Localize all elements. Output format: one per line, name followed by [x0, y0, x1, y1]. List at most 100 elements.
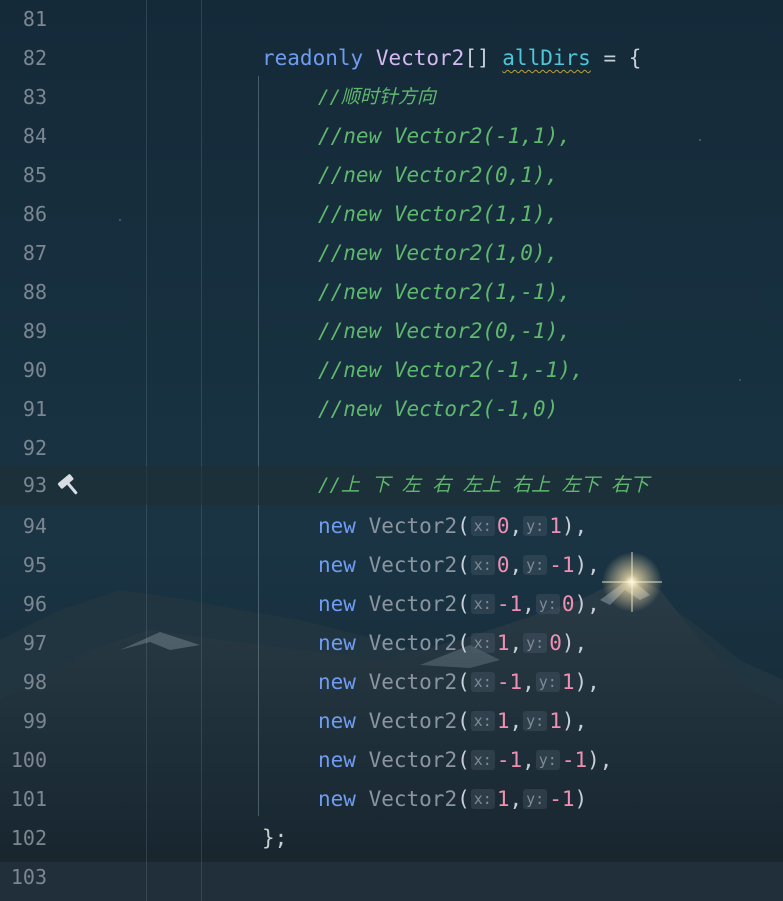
punct-token: ( [457, 592, 470, 616]
line-number[interactable]: 95 [0, 554, 47, 576]
line-number[interactable]: 102 [0, 827, 47, 849]
code-editor[interactable]: 81 82 readonly Vector2[] allDirs = { 83 … [0, 0, 783, 901]
number-token: 1 [496, 787, 510, 811]
comment-text[interactable]: //new Vector2(1,0), [318, 240, 558, 266]
number-token: -1 [549, 553, 575, 577]
line-number[interactable]: 97 [0, 632, 47, 654]
code-line[interactable]: 90 //new Vector2(-1,-1), [0, 351, 783, 390]
punct-token: ( [457, 670, 470, 694]
code-line[interactable]: 83 //顺时针方向 [0, 78, 783, 117]
line-number[interactable]: 90 [0, 359, 47, 381]
number-token: -1 [496, 592, 523, 616]
keyword-token: new [318, 670, 356, 694]
punct-token: , [522, 670, 535, 694]
code-text[interactable]: new Vector2(x: 0, y: 1), [318, 513, 587, 539]
punct-token: ), [561, 709, 588, 733]
code-line[interactable]: 97 new Vector2(x: 1, y: 0), [0, 624, 783, 663]
code-line[interactable]: 86 //new Vector2(1,1), [0, 195, 783, 234]
code-line[interactable]: 98 new Vector2(x: -1, y: 1), [0, 663, 783, 702]
class-token: Vector2 [368, 748, 458, 772]
line-number[interactable]: 91 [0, 398, 47, 420]
code-text[interactable]: readonly Vector2[] allDirs = { [262, 45, 641, 71]
code-line[interactable]: 103 [0, 858, 783, 897]
line-number[interactable]: 92 [0, 437, 47, 459]
code-line[interactable]: 85 //new Vector2(0,1), [0, 156, 783, 195]
code-text[interactable]: new Vector2(x: -1, y: -1), [318, 747, 612, 773]
line-number[interactable]: 84 [0, 125, 47, 147]
code-text[interactable]: new Vector2(x: -1, y: 0), [318, 591, 600, 617]
line-number[interactable]: 81 [0, 8, 47, 30]
code-line[interactable]: 91 //new Vector2(-1,0) [0, 390, 783, 429]
line-number[interactable]: 99 [0, 710, 47, 732]
code-line[interactable]: 99 new Vector2(x: 1, y: 1), [0, 702, 783, 741]
code-text[interactable]: new Vector2(x: 1, y: 0), [318, 630, 587, 656]
code-line[interactable]: 82 readonly Vector2[] allDirs = { [0, 39, 783, 78]
line-number[interactable]: 100 [0, 749, 47, 771]
code-line[interactable]: 84 //new Vector2(-1,1), [0, 117, 783, 156]
line-number[interactable]: 93 [0, 474, 47, 496]
number-token: -1 [561, 748, 588, 772]
type-token: Vector2 [375, 46, 465, 70]
line-number[interactable]: 94 [0, 515, 47, 537]
comment-text[interactable]: //new Vector2(1,1), [318, 201, 558, 227]
code-text[interactable]: new Vector2(x: 0, y: -1), [318, 552, 600, 578]
code-line[interactable]: 92 [0, 429, 783, 468]
code-text[interactable]: new Vector2(x: -1, y: 1), [318, 669, 600, 695]
number-token: -1 [496, 748, 523, 772]
param-hint-x: x: [470, 594, 495, 614]
comment-text[interactable]: //new Vector2(1,-1), [318, 279, 571, 305]
param-hint-y: y: [535, 672, 560, 692]
comment-text[interactable]: //new Vector2(0,1), [318, 162, 558, 188]
code-line[interactable]: 88 //new Vector2(1,-1), [0, 273, 783, 312]
code-text[interactable]: new Vector2(x: 1, y: 1), [318, 708, 587, 734]
code-line[interactable]: 89 //new Vector2(0,-1), [0, 312, 783, 351]
number-token: 1 [549, 514, 562, 538]
code-line[interactable]: 95 new Vector2(x: 0, y: -1), [0, 546, 783, 585]
code-line[interactable]: 94 new Vector2(x: 0, y: 1), [0, 507, 783, 546]
comment-text[interactable]: //new Vector2(-1,0) [318, 396, 558, 422]
class-token: Vector2 [368, 592, 458, 616]
line-number[interactable]: 101 [0, 788, 47, 810]
param-hint-x: x: [470, 555, 495, 575]
keyword-token: readonly [262, 46, 364, 70]
line-number[interactable]: 88 [0, 281, 47, 303]
param-hint-x: x: [470, 672, 495, 692]
code-line[interactable]: 101 new Vector2(x: 1, y: -1) [0, 780, 783, 819]
comment-text[interactable]: //顺时针方向 [318, 84, 436, 110]
line-number[interactable]: 96 [0, 593, 47, 615]
code-line[interactable]: 96 new Vector2(x: -1, y: 0), [0, 585, 783, 624]
hammer-icon[interactable] [56, 472, 84, 498]
closing-brace[interactable]: }; [262, 825, 287, 851]
line-number[interactable]: 103 [0, 866, 47, 888]
class-token: Vector2 [368, 514, 458, 538]
line-number[interactable]: 87 [0, 242, 47, 264]
keyword-token: new [318, 553, 356, 577]
class-token: Vector2 [368, 787, 458, 811]
punct-token: ( [457, 748, 470, 772]
line-number[interactable]: 85 [0, 164, 47, 186]
number-token: 1 [496, 709, 510, 733]
keyword-token: new [318, 592, 356, 616]
code-line-current[interactable]: 93 //上 下 左 右 左上 右上 左下 右下 [0, 466, 783, 505]
param-hint-y: y: [535, 594, 560, 614]
comment-text[interactable]: //new Vector2(-1,1), [318, 123, 571, 149]
punct-token: = { [590, 46, 642, 70]
line-number[interactable]: 89 [0, 320, 47, 342]
number-token: -1 [496, 670, 523, 694]
line-number[interactable]: 86 [0, 203, 47, 225]
comment-text[interactable]: //new Vector2(-1,-1), [318, 357, 584, 383]
class-token: Vector2 [368, 709, 458, 733]
code-line[interactable]: 102 }; [0, 819, 783, 858]
code-text[interactable]: new Vector2(x: 1, y: -1) [318, 786, 587, 812]
code-line[interactable]: 81 [0, 0, 783, 39]
code-line[interactable]: 87 //new Vector2(1,0), [0, 234, 783, 273]
line-number[interactable]: 82 [0, 47, 47, 69]
line-number[interactable]: 98 [0, 671, 47, 693]
comment-text[interactable]: //上 下 左 右 左上 右上 左下 右下 [318, 472, 649, 498]
punct-token: , [509, 553, 523, 577]
code-line[interactable]: 100 new Vector2(x: -1, y: -1), [0, 741, 783, 780]
punct-token: ( [457, 514, 470, 538]
line-number[interactable]: 83 [0, 86, 47, 108]
comment-text[interactable]: //new Vector2(0,-1), [318, 318, 571, 344]
param-hint-y: y: [523, 633, 548, 653]
